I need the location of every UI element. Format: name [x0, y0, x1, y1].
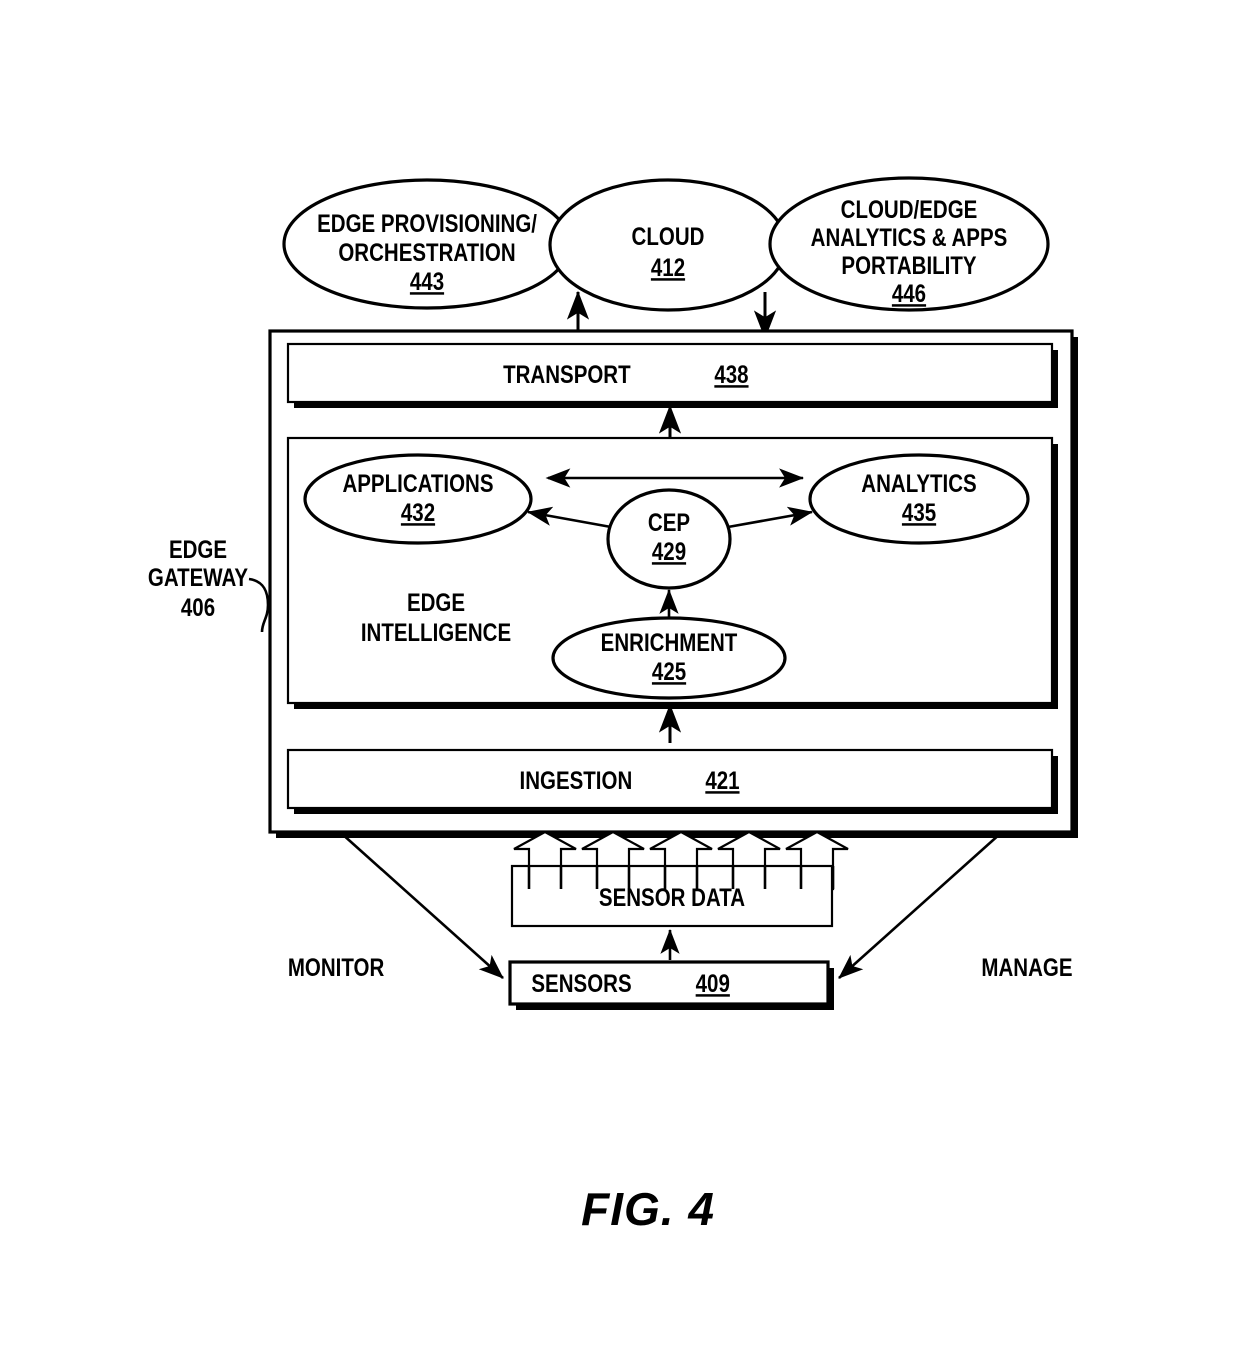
manage-annotation: MANAGE: [981, 953, 1072, 981]
sensors-ref-409: 409: [696, 969, 730, 997]
node-label-cloud: CLOUD: [632, 222, 705, 250]
node-cloud-edge-analytics-apps-portability[interactable]: CLOUD/EDGE ANALYTICS & APPS PORTABILITY …: [768, 176, 1050, 312]
edge-gateway-ref-406: 406: [181, 593, 215, 621]
node-label-line-1: CLOUD/EDGE: [841, 195, 978, 223]
transport-label: TRANSPORT: [503, 360, 631, 388]
node-ref-432: 432: [401, 498, 435, 526]
ingestion-box[interactable]: INGESTION 421: [286, 748, 1058, 814]
node-ref-425: 425: [652, 657, 686, 685]
sensors-box[interactable]: SENSORS 409: [508, 960, 834, 1010]
patent-figure-page: EDGE PROVISIONING/ ORCHESTRATION 443 CLO…: [0, 0, 1240, 1365]
monitor-annotation: MONITOR: [288, 953, 385, 981]
node-cloud[interactable]: CLOUD 412: [548, 178, 788, 312]
transport-ref-438: 438: [714, 360, 748, 388]
node-label-enrichment: ENRICHMENT: [601, 628, 738, 656]
node-label-cep: CEP: [648, 508, 690, 536]
ingestion-ref-421: 421: [705, 766, 739, 794]
node-ref-412: 412: [651, 253, 685, 281]
node-edge-provisioning-orchestration[interactable]: EDGE PROVISIONING/ ORCHESTRATION 443: [282, 178, 572, 310]
node-analytics[interactable]: ANALYTICS 435: [808, 453, 1030, 545]
figure-caption: FIG. 4: [581, 1183, 715, 1235]
arrow-manage: [838, 832, 1002, 979]
edge-intelligence-title-line-1: EDGE: [407, 588, 465, 616]
node-label-line-2: ANALYTICS & APPS: [811, 223, 1008, 251]
node-label-line-3: PORTABILITY: [841, 251, 976, 279]
edge-gateway-label-line-2: GATEWAY: [148, 563, 248, 591]
node-applications[interactable]: APPLICATIONS 432: [303, 453, 533, 545]
ingestion-label: INGESTION: [520, 766, 633, 794]
node-enrichment[interactable]: ENRICHMENT 425: [551, 616, 787, 700]
cloud-layer-group: EDGE PROVISIONING/ ORCHESTRATION 443 CLO…: [282, 176, 1050, 312]
edge-gateway-label-line-1: EDGE: [169, 535, 227, 563]
sensor-data-label: SENSOR DATA: [599, 883, 745, 911]
edge-gateway-label-group: EDGE GATEWAY 406: [148, 535, 270, 633]
edge-intelligence-title-line-2: INTELLIGENCE: [361, 618, 511, 646]
node-ref-429: 429: [652, 537, 686, 565]
edge-gateway-architecture-diagram: EDGE PROVISIONING/ ORCHESTRATION 443 CLO…: [148, 176, 1078, 1235]
transport-box[interactable]: TRANSPORT 438: [286, 342, 1058, 408]
node-ref-435: 435: [902, 498, 936, 526]
sensors-label: SENSORS: [531, 969, 631, 997]
node-ref-443: 443: [410, 267, 444, 295]
node-label-applications: APPLICATIONS: [342, 469, 493, 497]
node-label-line-1: EDGE PROVISIONING/: [317, 209, 537, 237]
node-cep[interactable]: CEP 429: [606, 488, 732, 590]
node-label-analytics: ANALYTICS: [861, 469, 976, 497]
node-label-line-2: ORCHESTRATION: [338, 238, 515, 266]
node-ref-446: 446: [892, 279, 926, 307]
